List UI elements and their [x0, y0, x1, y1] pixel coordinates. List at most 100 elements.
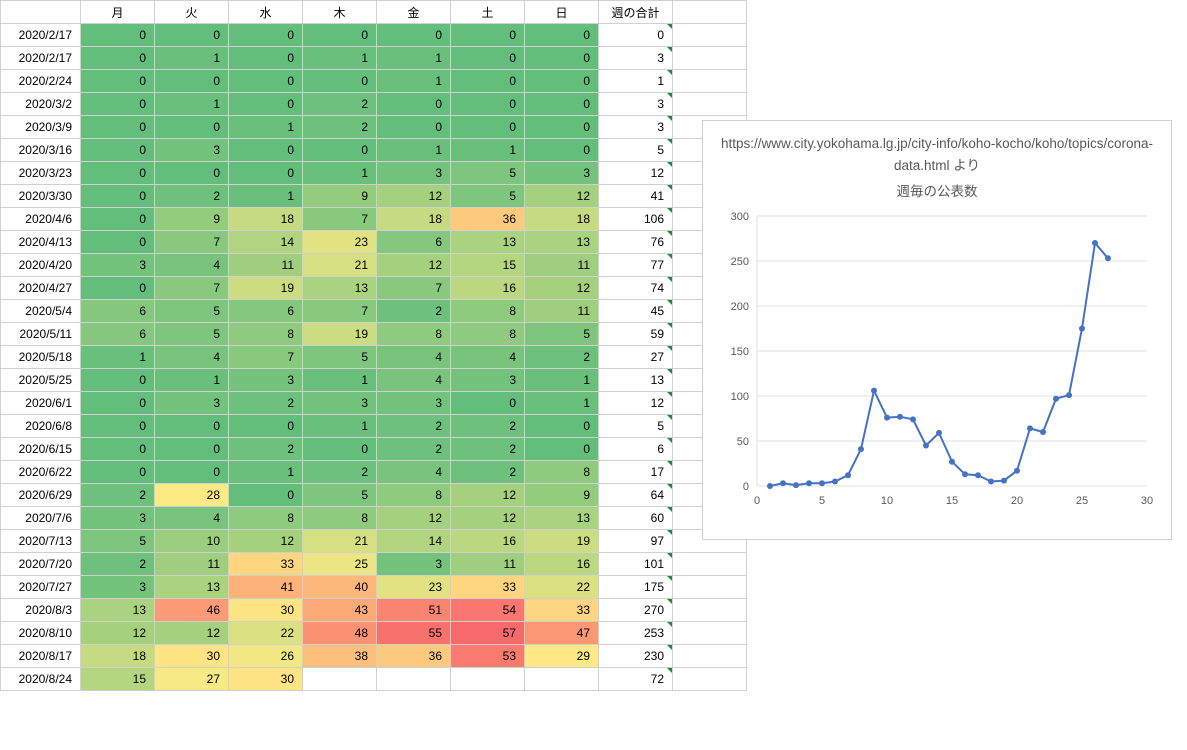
table-row[interactable]: 2020/8/1718302638365329230	[1, 645, 747, 668]
value-cell[interactable]: 0	[229, 139, 303, 162]
value-cell[interactable]: 0	[525, 70, 599, 93]
value-cell[interactable]: 4	[377, 369, 451, 392]
total-cell[interactable]: 230	[599, 645, 673, 668]
total-cell[interactable]: 41	[599, 185, 673, 208]
value-cell[interactable]: 13	[303, 277, 377, 300]
value-cell[interactable]: 0	[525, 116, 599, 139]
table-row[interactable]: 2020/4/2034112112151177	[1, 254, 747, 277]
value-cell[interactable]: 4	[377, 461, 451, 484]
value-cell[interactable]	[377, 668, 451, 691]
value-cell[interactable]: 5	[451, 162, 525, 185]
value-cell[interactable]: 7	[377, 277, 451, 300]
date-cell[interactable]: 2020/6/8	[1, 415, 81, 438]
value-cell[interactable]: 0	[451, 93, 525, 116]
value-cell[interactable]: 0	[81, 70, 155, 93]
value-cell[interactable]: 1	[229, 461, 303, 484]
total-cell[interactable]: 74	[599, 277, 673, 300]
table-row[interactable]: 2020/6/1500202206	[1, 438, 747, 461]
total-cell[interactable]: 175	[599, 576, 673, 599]
value-cell[interactable]: 0	[81, 461, 155, 484]
value-cell[interactable]: 2	[451, 461, 525, 484]
value-cell[interactable]: 1	[377, 70, 451, 93]
total-cell[interactable]: 64	[599, 484, 673, 507]
value-cell[interactable]: 25	[303, 553, 377, 576]
value-cell[interactable]: 0	[525, 93, 599, 116]
value-cell[interactable]: 5	[155, 300, 229, 323]
value-cell[interactable]: 16	[451, 277, 525, 300]
total-cell[interactable]: 12	[599, 392, 673, 415]
value-cell[interactable]: 0	[81, 93, 155, 116]
value-cell[interactable]: 0	[377, 24, 451, 47]
value-cell[interactable]: 0	[451, 116, 525, 139]
value-cell[interactable]: 0	[229, 70, 303, 93]
date-cell[interactable]: 2020/5/18	[1, 346, 81, 369]
value-cell[interactable]: 7	[303, 300, 377, 323]
date-cell[interactable]: 2020/5/11	[1, 323, 81, 346]
date-cell[interactable]: 2020/4/27	[1, 277, 81, 300]
value-cell[interactable]: 21	[303, 254, 377, 277]
total-cell[interactable]: 59	[599, 323, 673, 346]
total-cell[interactable]: 3	[599, 116, 673, 139]
value-cell[interactable]: 27	[155, 668, 229, 691]
total-cell[interactable]: 12	[599, 162, 673, 185]
date-cell[interactable]: 2020/6/15	[1, 438, 81, 461]
value-cell[interactable]: 22	[229, 622, 303, 645]
date-cell[interactable]: 2020/8/24	[1, 668, 81, 691]
table-row[interactable]: 2020/6/800012205	[1, 415, 747, 438]
value-cell[interactable]: 29	[525, 645, 599, 668]
table-row[interactable]: 2020/5/18147544227	[1, 346, 747, 369]
value-cell[interactable]: 57	[451, 622, 525, 645]
table-row[interactable]: 2020/8/313463043515433270	[1, 599, 747, 622]
value-cell[interactable]: 1	[81, 346, 155, 369]
value-cell[interactable]: 16	[525, 553, 599, 576]
date-cell[interactable]: 2020/6/29	[1, 484, 81, 507]
date-cell[interactable]: 2020/2/17	[1, 24, 81, 47]
value-cell[interactable]: 2	[525, 346, 599, 369]
value-cell[interactable]: 0	[81, 208, 155, 231]
value-cell[interactable]: 5	[303, 346, 377, 369]
value-cell[interactable]: 7	[155, 231, 229, 254]
value-cell[interactable]: 0	[525, 24, 599, 47]
value-cell[interactable]: 15	[451, 254, 525, 277]
value-cell[interactable]: 0	[451, 24, 525, 47]
value-cell[interactable]: 8	[525, 461, 599, 484]
value-cell[interactable]: 1	[155, 93, 229, 116]
value-cell[interactable]: 13	[451, 231, 525, 254]
table-row[interactable]: 2020/7/6348812121360	[1, 507, 747, 530]
value-cell[interactable]: 19	[303, 323, 377, 346]
value-cell[interactable]: 0	[451, 47, 525, 70]
value-cell[interactable]: 13	[525, 507, 599, 530]
value-cell[interactable]: 12	[377, 254, 451, 277]
value-cell[interactable]: 8	[229, 323, 303, 346]
total-cell[interactable]: 77	[599, 254, 673, 277]
value-cell[interactable]: 2	[377, 415, 451, 438]
value-cell[interactable]: 9	[525, 484, 599, 507]
value-cell[interactable]: 48	[303, 622, 377, 645]
value-cell[interactable]: 1	[229, 116, 303, 139]
value-cell[interactable]: 12	[377, 507, 451, 530]
date-cell[interactable]: 2020/2/17	[1, 47, 81, 70]
value-cell[interactable]: 4	[155, 254, 229, 277]
value-cell[interactable]: 5	[303, 484, 377, 507]
value-cell[interactable]: 0	[155, 70, 229, 93]
value-cell[interactable]: 18	[525, 208, 599, 231]
value-cell[interactable]: 14	[229, 231, 303, 254]
value-cell[interactable]: 0	[81, 277, 155, 300]
table-row[interactable]: 2020/6/1032330112	[1, 392, 747, 415]
total-cell[interactable]: 13	[599, 369, 673, 392]
total-cell[interactable]: 5	[599, 415, 673, 438]
value-cell[interactable]: 0	[229, 93, 303, 116]
value-cell[interactable]: 11	[525, 254, 599, 277]
value-cell[interactable]: 3	[229, 369, 303, 392]
total-cell[interactable]: 76	[599, 231, 673, 254]
value-cell[interactable]: 12	[525, 185, 599, 208]
value-cell[interactable]: 7	[303, 208, 377, 231]
date-cell[interactable]: 2020/7/6	[1, 507, 81, 530]
total-cell[interactable]: 106	[599, 208, 673, 231]
value-cell[interactable]: 0	[155, 415, 229, 438]
table-row[interactable]: 2020/2/1700000000	[1, 24, 747, 47]
value-cell[interactable]: 2	[303, 461, 377, 484]
date-cell[interactable]: 2020/5/25	[1, 369, 81, 392]
table-row[interactable]: 2020/2/1701011003	[1, 47, 747, 70]
value-cell[interactable]: 11	[229, 254, 303, 277]
